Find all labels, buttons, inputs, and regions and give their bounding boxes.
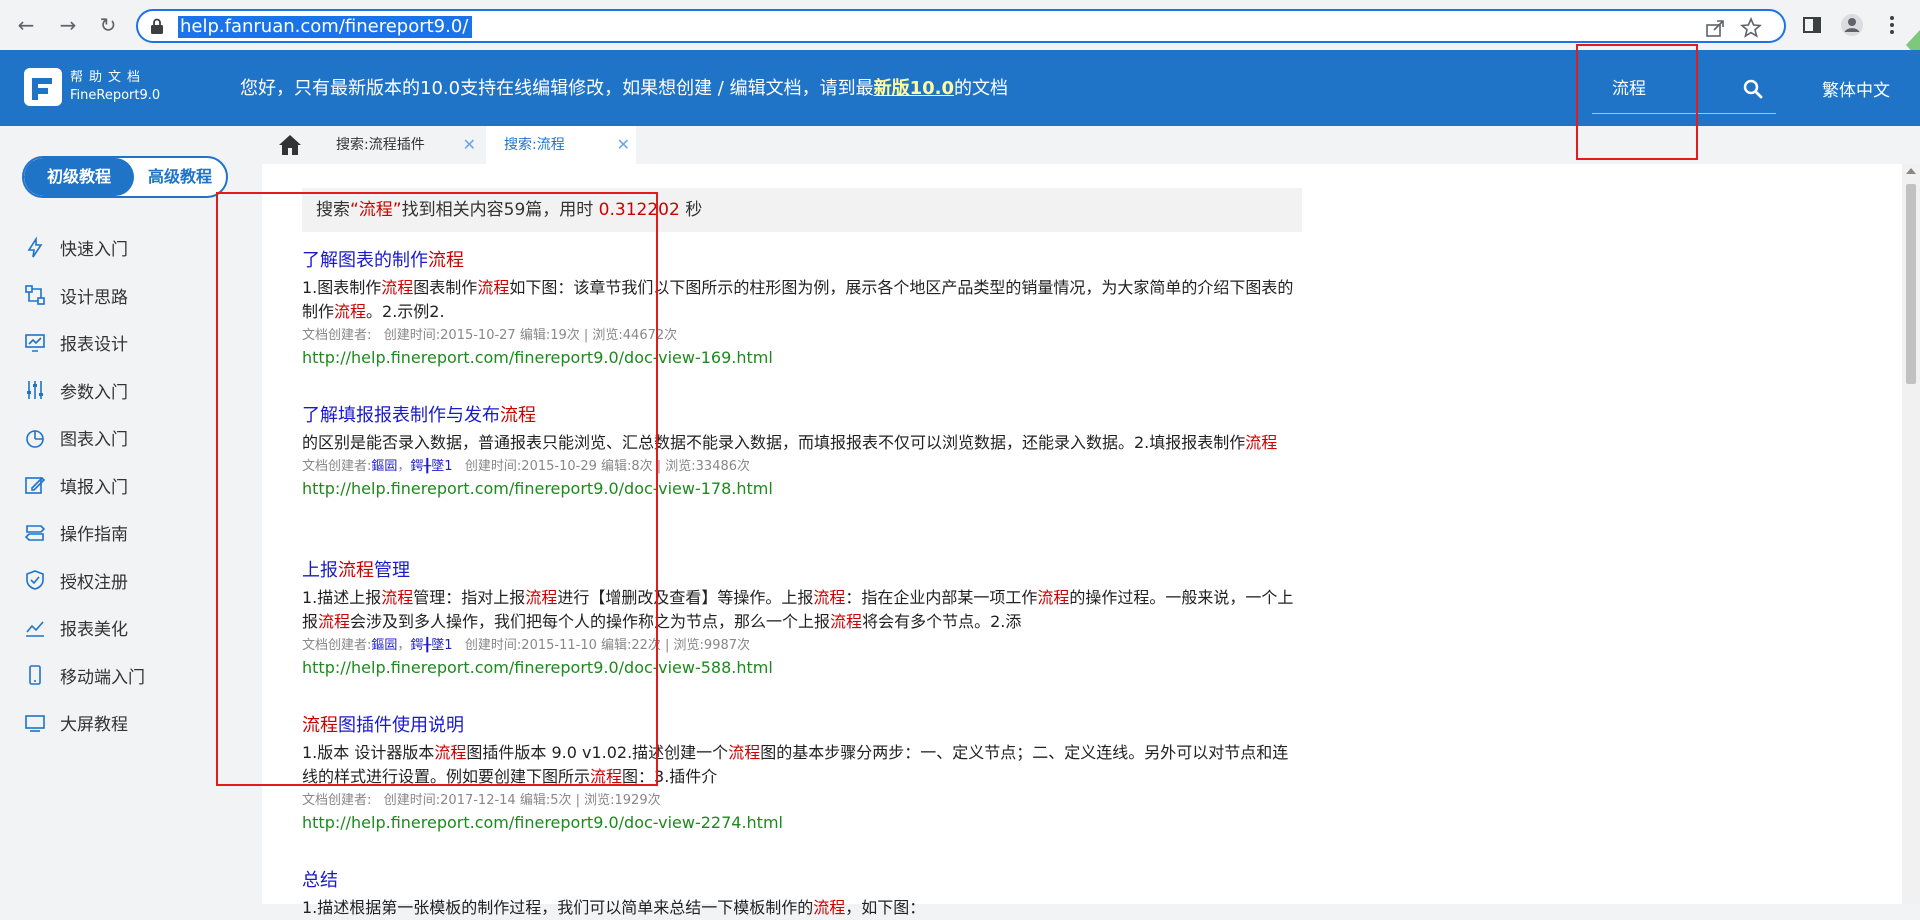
profile-avatar-icon[interactable] [1840,13,1864,37]
url-text[interactable]: help.fanruan.com/finereport9.0/ [178,16,473,38]
address-bar[interactable]: help.fanruan.com/finereport9.0/ [136,9,1786,43]
result-meta: 文档创建者:鏂囩，鍔╂墜1 创建时间:2015-11-10 编辑:22次 | 浏… [302,638,751,653]
back-button[interactable]: ← [14,13,38,37]
sidebar-item-report-design[interactable]: 报表设计 [24,319,145,367]
reload-button[interactable]: ↻ [96,13,120,37]
result-meta: 文档创建者:鏂囩，鍔╂墜1 创建时间:2015-10-29 编辑:8次 | 浏览… [302,459,751,474]
result-item: 了解填报报表制作与发布流程 的区别是能否录入数据，普通报表只能浏览、汇总数据不能… [302,403,1302,501]
lightning-icon [27,236,43,258]
signpost-icon [24,524,46,541]
search-summary: 搜索“流程”找到相关内容59篇，用时 0.312202 秒 [302,188,1302,232]
result-url[interactable]: http://help.finereport.com/finereport9.0… [302,811,1302,835]
site-search-box[interactable]: 流程 [1592,64,1776,114]
sidebar-item-data-entry[interactable]: 填报入门 [24,462,145,510]
result-meta: 文档创建者: 创建时间:2017-12-14 编辑:5次 | 浏览:1929次 [302,793,661,808]
result-snippet: 的区别是能否录入数据，普通报表只能浏览、汇总数据不能录入数据，而填报报表不仅可以… [302,433,1278,452]
result-title[interactable]: 上报流程管理 [302,558,1302,584]
site-header: 帮助文档 FineReport9.0 您好，只有最新版本的10.0支持在线编辑修… [0,50,1920,126]
shield-check-icon [26,570,44,591]
result-snippet: 1.描述根据第一张模板的制作过程，我们可以简单来总结一下模板制作的流程，如下图： [302,898,926,917]
result-snippet: 1.图表制作流程图表制作流程如下图：该章节我们以下图所示的柱形图为例，展示各个地… [302,278,1294,321]
sidebar: 初级教程 高级教程 快速入门 设计思路 报表设计 参数入门 图表入门 填报入门 [0,126,262,904]
browser-toolbar: ← → ↻ help.fanruan.com/finereport9.0/ [0,0,1920,60]
result-title[interactable]: 了解填报报表制作与发布流程 [302,403,1302,429]
doc-tabs-bar: 搜索:流程插件 ✕ 搜索:流程 ✕ [262,126,1902,164]
logo-product: FineReport9.0 [70,88,161,103]
scroll-thumb[interactable] [1906,184,1916,384]
new-version-link[interactable]: 新版10.0 [874,78,954,99]
sidebar-item-operation-guide[interactable]: 操作指南 [24,509,145,557]
tab-search-flow-plugin[interactable]: 搜索:流程插件 ✕ [318,126,482,164]
result-snippet: 1.描述上报流程管理：指对上报流程进行【增删改及查看】等操作。上报流程：指在企业… [302,588,1294,631]
sidebar-item-design-ideas[interactable]: 设计思路 [24,272,145,320]
sidebar-item-license[interactable]: 授权注册 [24,557,145,605]
result-item: 流程图插件使用说明 1.版本 设计器版本流程图插件版本 9.0 v1.02.描述… [302,713,1302,835]
result-url[interactable]: http://help.finereport.com/finereport9.0… [302,477,1302,501]
sidebar-item-mobile[interactable]: 移动端入门 [24,652,145,700]
sidebar-menu: 快速入门 设计思路 报表设计 参数入门 图表入门 填报入门 操作指南 授权注册 [24,224,145,747]
screen-icon [25,714,45,732]
search-icon[interactable] [1742,78,1764,100]
close-tab-icon[interactable]: ✕ [463,126,476,164]
search-input[interactable]: 流程 [1612,74,1646,99]
result-title[interactable]: 总结 [302,868,1302,894]
result-url[interactable]: http://help.finereport.com/finereport9.0… [302,656,1302,680]
lock-icon [151,18,163,34]
finereport-logo-icon[interactable] [24,68,62,106]
result-title[interactable]: 流程图插件使用说明 [302,713,1302,739]
logo-title: 帮助文档 [70,70,147,85]
tutorial-level-toggle[interactable]: 初级教程 高级教程 [22,156,228,198]
forward-button[interactable]: → [56,13,80,37]
sidebar-item-big-screen[interactable]: 大屏教程 [24,699,145,747]
result-url[interactable]: http://help.finereport.com/finereport9.0… [302,346,1302,370]
result-item: 了解图表的制作流程 1.图表制作流程图表制作流程如下图：该章节我们以下图所示的柱… [302,248,1302,370]
result-snippet: 1.版本 设计器版本流程图插件版本 9.0 v1.02.描述创建一个流程图的基本… [302,743,1289,786]
sidebar-item-beautify[interactable]: 报表美化 [24,604,145,652]
search-results-panel: 搜索“流程”找到相关内容59篇，用时 0.312202 秒 了解图表的制作流程 … [262,164,1902,917]
result-item: 上报流程管理 1.描述上报流程管理：指对上报流程进行【增删改及查看】等操作。上报… [302,558,1302,680]
tab-beginner[interactable]: 初级教程 [24,158,134,196]
home-tab[interactable] [262,126,318,164]
mobile-icon [29,665,41,686]
result-title[interactable]: 了解图表的制作流程 [302,248,1302,274]
home-icon [279,135,301,155]
result-meta: 文档创建者: 创建时间:2015-10-27 编辑:19次 | 浏览:44672… [302,328,678,343]
side-panel-icon[interactable] [1800,13,1824,37]
flow-icon [25,285,45,306]
language-switch[interactable]: 繁体中文 [1822,76,1890,101]
sidebar-item-quick-start[interactable]: 快速入门 [24,224,145,272]
scroll-up-arrow-icon[interactable] [1906,168,1916,174]
result-item: 总结 1.描述根据第一张模板的制作过程，我们可以简单来总结一下模板制作的流程，如… [302,868,1302,920]
sliders-icon [27,381,43,400]
sidebar-item-charts[interactable]: 图表入门 [24,414,145,462]
bookmark-star-icon[interactable] [1740,17,1762,39]
tab-advanced[interactable]: 高级教程 [134,158,226,196]
pie-chart-icon [26,429,44,448]
sidebar-item-parameters[interactable]: 参数入门 [24,367,145,415]
line-chart-icon [26,621,44,637]
share-icon[interactable] [1704,17,1726,39]
tab-search-flow[interactable]: 搜索:流程 ✕ [486,126,636,164]
edit-icon [25,477,46,495]
page-scrollbar[interactable] [1902,164,1920,904]
close-tab-icon[interactable]: ✕ [617,126,630,164]
version-notice: 您好，只有最新版本的10.0支持在线编辑修改，如果想创建 / 编辑文档，请到最新… [240,78,1009,99]
monitor-chart-icon [25,333,45,352]
